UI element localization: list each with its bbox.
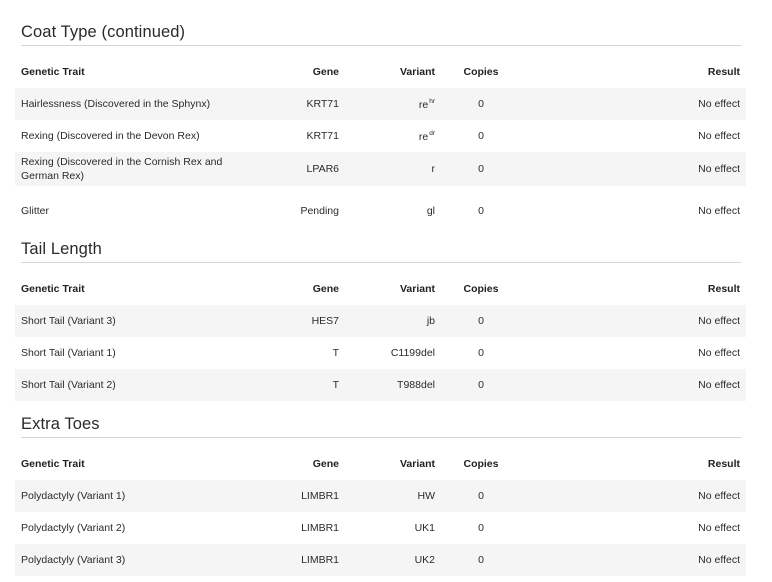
trait-cell: Glitter: [21, 205, 50, 217]
copies-cell: 0: [478, 205, 484, 217]
variant-cell: UK2: [339, 544, 435, 576]
variant-text: re: [418, 130, 429, 143]
table-row: Hairlessness (Discovered in the Sphynx) …: [15, 88, 746, 120]
variant-cell: rehr: [339, 88, 435, 120]
gene-cell: HES7: [261, 305, 339, 337]
header-variant: Variant: [399, 66, 435, 78]
trait-cell: Polydactyly (Variant 2): [21, 522, 126, 534]
header-result: Result: [707, 283, 740, 295]
result-cell: No effect: [527, 369, 746, 401]
copies-cell: 0: [435, 88, 527, 120]
variant-cell: jb: [339, 305, 435, 337]
variant-cell: UK1: [414, 522, 435, 534]
variant-cell: C1199del: [390, 347, 435, 359]
variant-cell: r: [339, 152, 435, 186]
variant-cell: redr: [339, 120, 435, 152]
gene-cell: T: [261, 369, 339, 401]
trait-table: Genetic Trait Gene Variant Copies Result…: [15, 448, 746, 576]
variant-superscript: dr: [429, 129, 435, 137]
table-row: Rexing (Discovered in the Cornish Rex an…: [15, 152, 746, 186]
copies-cell: 0: [435, 369, 527, 401]
header-variant: Variant: [399, 458, 435, 470]
variant-cell: gl: [339, 186, 435, 236]
trait-cell: Short Tail (Variant 1): [21, 347, 116, 359]
header-genetic-trait: Genetic Trait: [21, 66, 85, 78]
trait-cell: Hairlessness (Discovered in the Sphynx): [15, 88, 261, 120]
trait-table: Genetic Trait Gene Variant Copies Result…: [15, 56, 746, 236]
table-row: Short Tail (Variant 2) T T988del 0 No ef…: [15, 369, 746, 401]
result-cell: No effect: [527, 88, 746, 120]
gene-cell: LPAR6: [261, 152, 339, 186]
header-copies: Copies: [463, 458, 499, 470]
gene-cell: LIMBR1: [301, 522, 339, 534]
result-cell: No effect: [527, 480, 746, 512]
header-gene: Gene: [312, 458, 339, 470]
section-title: Tail Length: [21, 239, 741, 263]
table-row: Polydactyly (Variant 1) LIMBR1 HW 0 No e…: [15, 480, 746, 512]
variant-cell: HW: [339, 480, 435, 512]
result-cell: No effect: [527, 152, 746, 186]
table-row: Short Tail (Variant 1) T C1199del 0 No e…: [15, 337, 746, 369]
copies-cell: 0: [435, 480, 527, 512]
gene-cell: KRT71: [306, 130, 340, 142]
table-header-row: Genetic Trait Gene Variant Copies Result: [15, 273, 746, 305]
result-cell: No effect: [698, 347, 740, 359]
variant-superscript: hr: [429, 97, 435, 105]
trait-cell: Polydactyly (Variant 3): [15, 544, 261, 576]
variant-text: r: [431, 163, 436, 175]
section-title: Extra Toes: [21, 414, 741, 438]
section-tail-length: Tail Length Genetic Trait Gene Variant C…: [15, 239, 746, 401]
table-header-row: Genetic Trait Gene Variant Copies Result: [15, 56, 746, 88]
gene-cell: KRT71: [261, 88, 339, 120]
header-genetic-trait: Genetic Trait: [21, 283, 85, 295]
table-row: Polydactyly (Variant 2) LIMBR1 UK1 0 No …: [15, 512, 746, 544]
result-cell: No effect: [698, 522, 740, 534]
table-row: Rexing (Discovered in the Devon Rex) KRT…: [15, 120, 746, 152]
header-copies: Copies: [463, 283, 499, 295]
copies-cell: 0: [478, 347, 484, 359]
trait-cell: Polydactyly (Variant 1): [15, 480, 261, 512]
result-cell: No effect: [698, 205, 740, 217]
variant-text: re: [418, 98, 429, 111]
header-result: Result: [707, 66, 740, 78]
copies-cell: 0: [435, 305, 527, 337]
trait-cell: Rexing (Discovered in the Cornish Rex an…: [15, 152, 261, 186]
copies-cell: 0: [478, 522, 484, 534]
section-title: Coat Type (continued): [21, 22, 741, 46]
trait-cell: Rexing (Discovered in the Devon Rex): [21, 130, 200, 142]
variant-text: gl: [426, 205, 435, 217]
header-result: Result: [707, 458, 740, 470]
section-extra-toes: Extra Toes Genetic Trait Gene Variant Co…: [15, 414, 746, 576]
header-copies: Copies: [463, 66, 499, 78]
result-cell: No effect: [527, 544, 746, 576]
table-row: Short Tail (Variant 3) HES7 jb 0 No effe…: [15, 305, 746, 337]
gene-cell: LIMBR1: [261, 480, 339, 512]
trait-cell: Short Tail (Variant 3): [15, 305, 261, 337]
gene-cell: Pending: [300, 205, 339, 217]
header-gene: Gene: [312, 283, 339, 295]
copies-cell: 0: [435, 544, 527, 576]
gene-cell: LIMBR1: [261, 544, 339, 576]
gene-cell: T: [332, 347, 339, 359]
copies-cell: 0: [435, 152, 527, 186]
table-header-row: Genetic Trait Gene Variant Copies Result: [15, 448, 746, 480]
table-row: Polydactyly (Variant 3) LIMBR1 UK2 0 No …: [15, 544, 746, 576]
variant-cell: T988del: [339, 369, 435, 401]
trait-table: Genetic Trait Gene Variant Copies Result…: [15, 273, 746, 401]
header-variant: Variant: [399, 283, 435, 295]
header-genetic-trait: Genetic Trait: [21, 458, 85, 470]
header-gene: Gene: [312, 66, 339, 78]
copies-cell: 0: [478, 130, 484, 142]
section-coat-type: Coat Type (continued) Genetic Trait Gene…: [15, 22, 746, 236]
trait-cell: Short Tail (Variant 2): [15, 369, 261, 401]
table-row: Glitter Pending gl 0 No effect: [15, 186, 746, 236]
result-cell: No effect: [527, 305, 746, 337]
result-cell: No effect: [698, 130, 740, 142]
